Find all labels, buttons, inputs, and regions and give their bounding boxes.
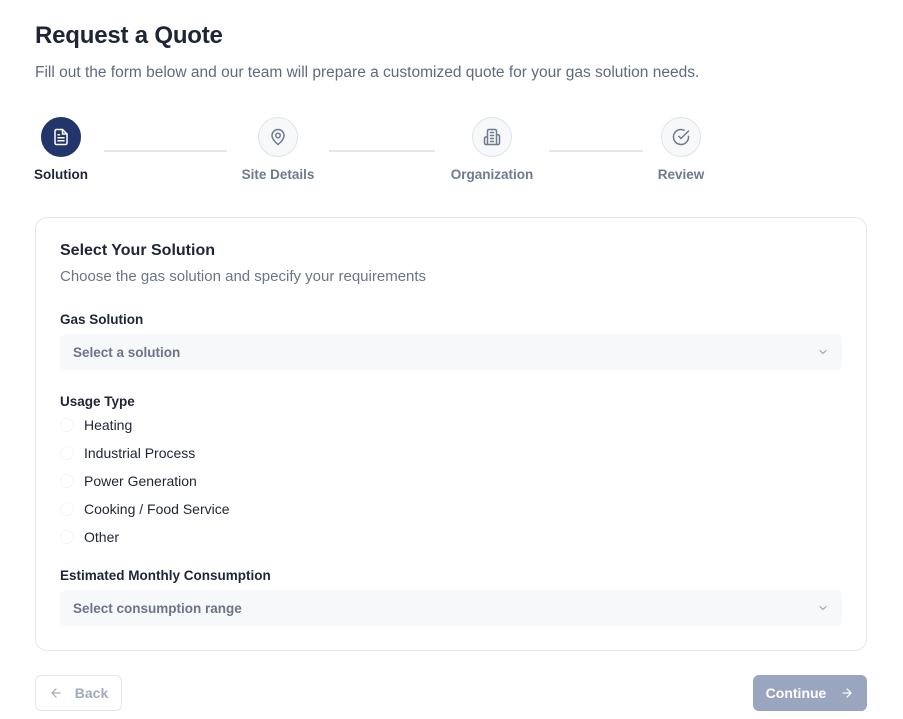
gas-solution-label: Gas Solution <box>60 312 144 327</box>
solution-form-card: Select Your Solution Choose the gas solu… <box>35 217 867 651</box>
usage-option-power-generation[interactable]: Power Generation <box>60 471 197 491</box>
consumption-label: Estimated Monthly Consumption <box>60 568 271 583</box>
map-pin-icon <box>271 128 285 146</box>
usage-option-label: Heating <box>84 417 133 433</box>
building-icon <box>483 128 501 146</box>
gas-solution-select[interactable]: Select a solution <box>60 334 842 370</box>
continue-button-label: Continue <box>765 685 827 701</box>
usage-option-heating[interactable]: Heating <box>60 415 132 435</box>
step-organization[interactable] <box>472 117 512 157</box>
card-title: Select Your Solution <box>60 242 215 259</box>
usage-type-label: Usage Type <box>60 394 135 409</box>
radio-button[interactable] <box>60 418 74 432</box>
chevron-down-icon <box>819 605 827 611</box>
step-label-site-details: Site Details <box>241 167 315 182</box>
usage-option-industrial-process[interactable]: Industrial Process <box>60 443 195 463</box>
step-label-solution: Solution <box>34 167 88 182</box>
step-site-details[interactable] <box>258 117 298 157</box>
usage-option-cooking-food-service[interactable]: Cooking / Food Service <box>60 499 230 519</box>
usage-option-label: Cooking / Food Service <box>84 501 230 517</box>
radio-button[interactable] <box>60 502 74 516</box>
gas-solution-placeholder: Select a solution <box>73 344 181 360</box>
radio-button[interactable] <box>60 474 74 488</box>
step-label-organization: Organization <box>450 167 534 182</box>
back-button-label: Back <box>74 685 109 701</box>
radio-button[interactable] <box>60 530 74 544</box>
usage-option-label: Other <box>84 529 120 545</box>
usage-option-label: Industrial Process <box>84 445 196 461</box>
chevron-down-icon <box>819 349 827 355</box>
step-connector <box>329 150 435 152</box>
step-connector <box>104 150 227 152</box>
card-description: Choose the gas solution and specify your… <box>60 268 427 285</box>
step-solution[interactable] <box>41 117 81 157</box>
progress-stepper: Solution Site Details Organization Revie… <box>0 0 903 200</box>
arrow-left-icon <box>51 688 61 698</box>
consumption-select[interactable]: Select consumption range <box>60 590 842 626</box>
radio-button[interactable] <box>60 446 74 460</box>
check-circle-icon <box>672 128 690 146</box>
arrow-right-icon <box>842 688 852 698</box>
consumption-placeholder: Select consumption range <box>73 600 242 616</box>
back-button[interactable]: Back <box>35 675 122 711</box>
usage-option-other[interactable]: Other <box>60 527 119 547</box>
step-label-review: Review <box>657 167 705 182</box>
document-icon <box>54 128 68 146</box>
step-review[interactable] <box>661 117 701 157</box>
continue-button[interactable]: Continue <box>753 675 867 711</box>
usage-option-label: Power Generation <box>84 473 197 489</box>
step-connector <box>549 150 643 152</box>
